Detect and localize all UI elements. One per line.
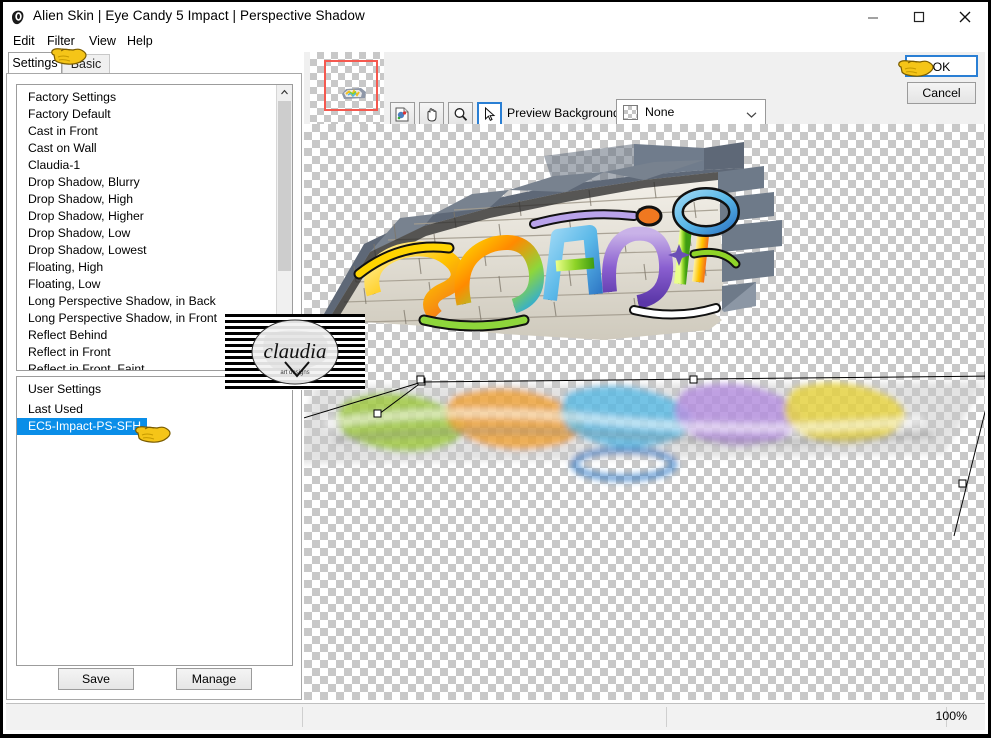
alien-skin-logo-icon bbox=[8, 7, 28, 27]
status-bar: 100% bbox=[6, 703, 985, 730]
compare-preview-tool-button[interactable] bbox=[390, 102, 415, 126]
factory-settings-item[interactable]: Drop Shadow, Lowest bbox=[17, 242, 276, 259]
watermark-text: claudia bbox=[264, 339, 327, 363]
close-button[interactable] bbox=[942, 2, 988, 32]
zoom-magnifier-tool-button[interactable] bbox=[448, 102, 473, 126]
factory-settings-item[interactable]: Factory Default bbox=[17, 106, 276, 123]
pointing-hand-cursor-filter-menu bbox=[49, 42, 91, 72]
preview-background-label: Preview Background: bbox=[507, 106, 624, 120]
zoom-level: 100% bbox=[935, 709, 967, 723]
factory-settings-item[interactable]: Floating, High bbox=[17, 259, 276, 276]
status-separator-mid bbox=[666, 707, 667, 727]
preview-panel: Preview Background: None OK Cancel bbox=[304, 52, 985, 700]
panel-button-row: Save Manage bbox=[16, 668, 293, 690]
factory-settings-item[interactable]: Drop Shadow, High bbox=[17, 191, 276, 208]
factory-settings-item[interactable]: Long Perspective Shadow, in Back bbox=[17, 293, 276, 310]
minimize-button[interactable] bbox=[850, 2, 896, 32]
cancel-button[interactable]: Cancel bbox=[907, 82, 976, 104]
factory-settings-item[interactable]: Floating, Low bbox=[17, 276, 276, 293]
select-arrow-tool-button[interactable] bbox=[477, 102, 502, 126]
manage-button[interactable]: Manage bbox=[176, 668, 252, 690]
factory-settings-item[interactable]: Factory Settings bbox=[17, 89, 276, 106]
preview-toolbar: Preview Background: None OK Cancel bbox=[304, 52, 985, 126]
window-controls bbox=[850, 2, 988, 32]
maximize-button[interactable] bbox=[896, 2, 942, 32]
navigator-viewport-rect[interactable] bbox=[324, 60, 378, 111]
factory-settings-item[interactable]: Drop Shadow, Low bbox=[17, 225, 276, 242]
preview-artwork bbox=[304, 142, 985, 537]
menu-bar: Edit Filter View Help bbox=[3, 32, 988, 52]
checker-transparent-swatch-icon bbox=[623, 105, 638, 120]
preview-background-value: None bbox=[645, 105, 675, 119]
menu-item-view[interactable]: View bbox=[87, 34, 118, 48]
hand-pan-tool-button[interactable] bbox=[419, 102, 444, 126]
status-separator-left bbox=[302, 707, 303, 727]
user-settings-item-selected[interactable]: EC5-Impact-PS-SFH bbox=[17, 418, 148, 435]
pointing-hand-cursor-ok-button bbox=[896, 54, 938, 84]
preview-background-select[interactable]: None bbox=[616, 99, 766, 125]
factory-settings-item[interactable]: Drop Shadow, Blurry bbox=[17, 174, 276, 191]
application-window: Alien Skin | Eye Candy 5 Impact | Perspe… bbox=[0, 0, 991, 738]
scrollbar-thumb[interactable] bbox=[278, 101, 291, 271]
pointing-hand-cursor-user-setting bbox=[133, 420, 175, 450]
factory-settings-item[interactable]: Cast in Front bbox=[17, 123, 276, 140]
claudia-watermark: claudia art designs bbox=[225, 314, 365, 390]
scroll-up-arrow-icon[interactable] bbox=[277, 85, 292, 100]
title-bar: Alien Skin | Eye Candy 5 Impact | Perspe… bbox=[3, 2, 988, 33]
save-button[interactable]: Save bbox=[58, 668, 134, 690]
menu-item-help[interactable]: Help bbox=[125, 34, 155, 48]
chevron-down-icon[interactable] bbox=[746, 108, 757, 122]
menu-item-edit[interactable]: Edit bbox=[11, 34, 37, 48]
perspective-shadow bbox=[304, 382, 984, 482]
user-settings-item[interactable]: Last Used bbox=[17, 401, 290, 418]
preview-canvas[interactable] bbox=[304, 124, 985, 700]
factory-settings-item[interactable]: Drop Shadow, Higher bbox=[17, 208, 276, 225]
window-title: Alien Skin | Eye Candy 5 Impact | Perspe… bbox=[33, 8, 365, 23]
factory-settings-item[interactable]: Claudia-1 bbox=[17, 157, 276, 174]
factory-settings-item[interactable]: Cast on Wall bbox=[17, 140, 276, 157]
navigator-thumbnail[interactable] bbox=[310, 52, 384, 124]
